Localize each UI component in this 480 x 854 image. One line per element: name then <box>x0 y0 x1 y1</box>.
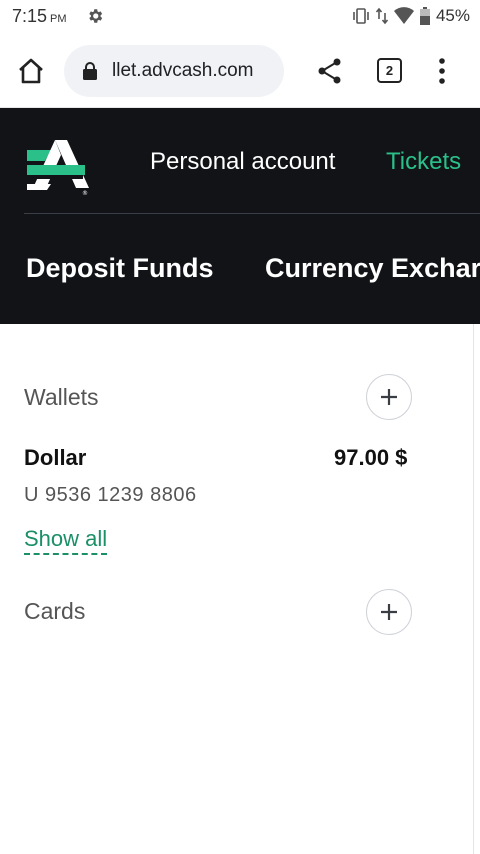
status-time-ampm: PM <box>50 13 67 25</box>
wallet-name[interactable]: Dollar <box>24 445 86 471</box>
tab-count: 2 <box>385 63 394 78</box>
url-bar[interactable]: llet.advcash.com <box>64 45 284 97</box>
nav-currency-exchange[interactable]: Currency Exchar <box>265 253 480 284</box>
lock-icon <box>83 62 97 80</box>
add-card-button[interactable] <box>366 589 412 635</box>
overflow-menu-icon[interactable] <box>434 56 450 86</box>
nav-tickets[interactable]: Tickets <box>386 148 461 176</box>
vibrate-icon <box>353 8 369 24</box>
status-icons: 45% <box>352 6 470 26</box>
status-time: 7:15 PM <box>12 6 67 27</box>
wifi-icon <box>393 7 414 24</box>
cards-title: Cards <box>24 598 86 624</box>
add-wallet-button[interactable] <box>366 374 412 420</box>
advcash-logo-icon[interactable]: ® <box>24 132 92 198</box>
header-divider <box>24 213 480 214</box>
wallet-account-number: U 9536 1239 8806 <box>24 484 197 506</box>
nav-personal-account[interactable]: Personal account <box>150 148 335 176</box>
home-icon[interactable] <box>16 56 46 86</box>
plus-icon <box>381 389 397 405</box>
wallet-balance: 97.00 $ <box>334 445 408 470</box>
settings-gear-icon <box>89 9 103 23</box>
account-content: Wallets Dollar 97.00 $ U 9536 1239 8806 … <box>0 324 480 854</box>
show-all-wallets-link[interactable]: Show all <box>24 526 108 555</box>
battery-icon <box>419 7 430 25</box>
status-time-value: 7:15 <box>12 6 48 26</box>
content-divider <box>473 324 474 854</box>
data-arrows-icon <box>375 7 388 25</box>
battery-percent: 45% <box>435 6 470 25</box>
nav-deposit-funds[interactable]: Deposit Funds <box>26 253 214 284</box>
plus-icon <box>381 604 397 620</box>
tabs-icon[interactable]: 2 <box>377 58 402 83</box>
share-icon[interactable] <box>316 57 344 85</box>
site-header: ® Personal account Tickets Deposit Funds… <box>0 108 480 324</box>
wallets-title: Wallets <box>24 384 99 410</box>
url-text: llet.advcash.com <box>112 60 254 81</box>
svg-text:®: ® <box>82 190 88 197</box>
browser-toolbar: llet.advcash.com 2 <box>0 34 480 108</box>
status-bar: 7:15 PM 45% <box>0 0 480 34</box>
